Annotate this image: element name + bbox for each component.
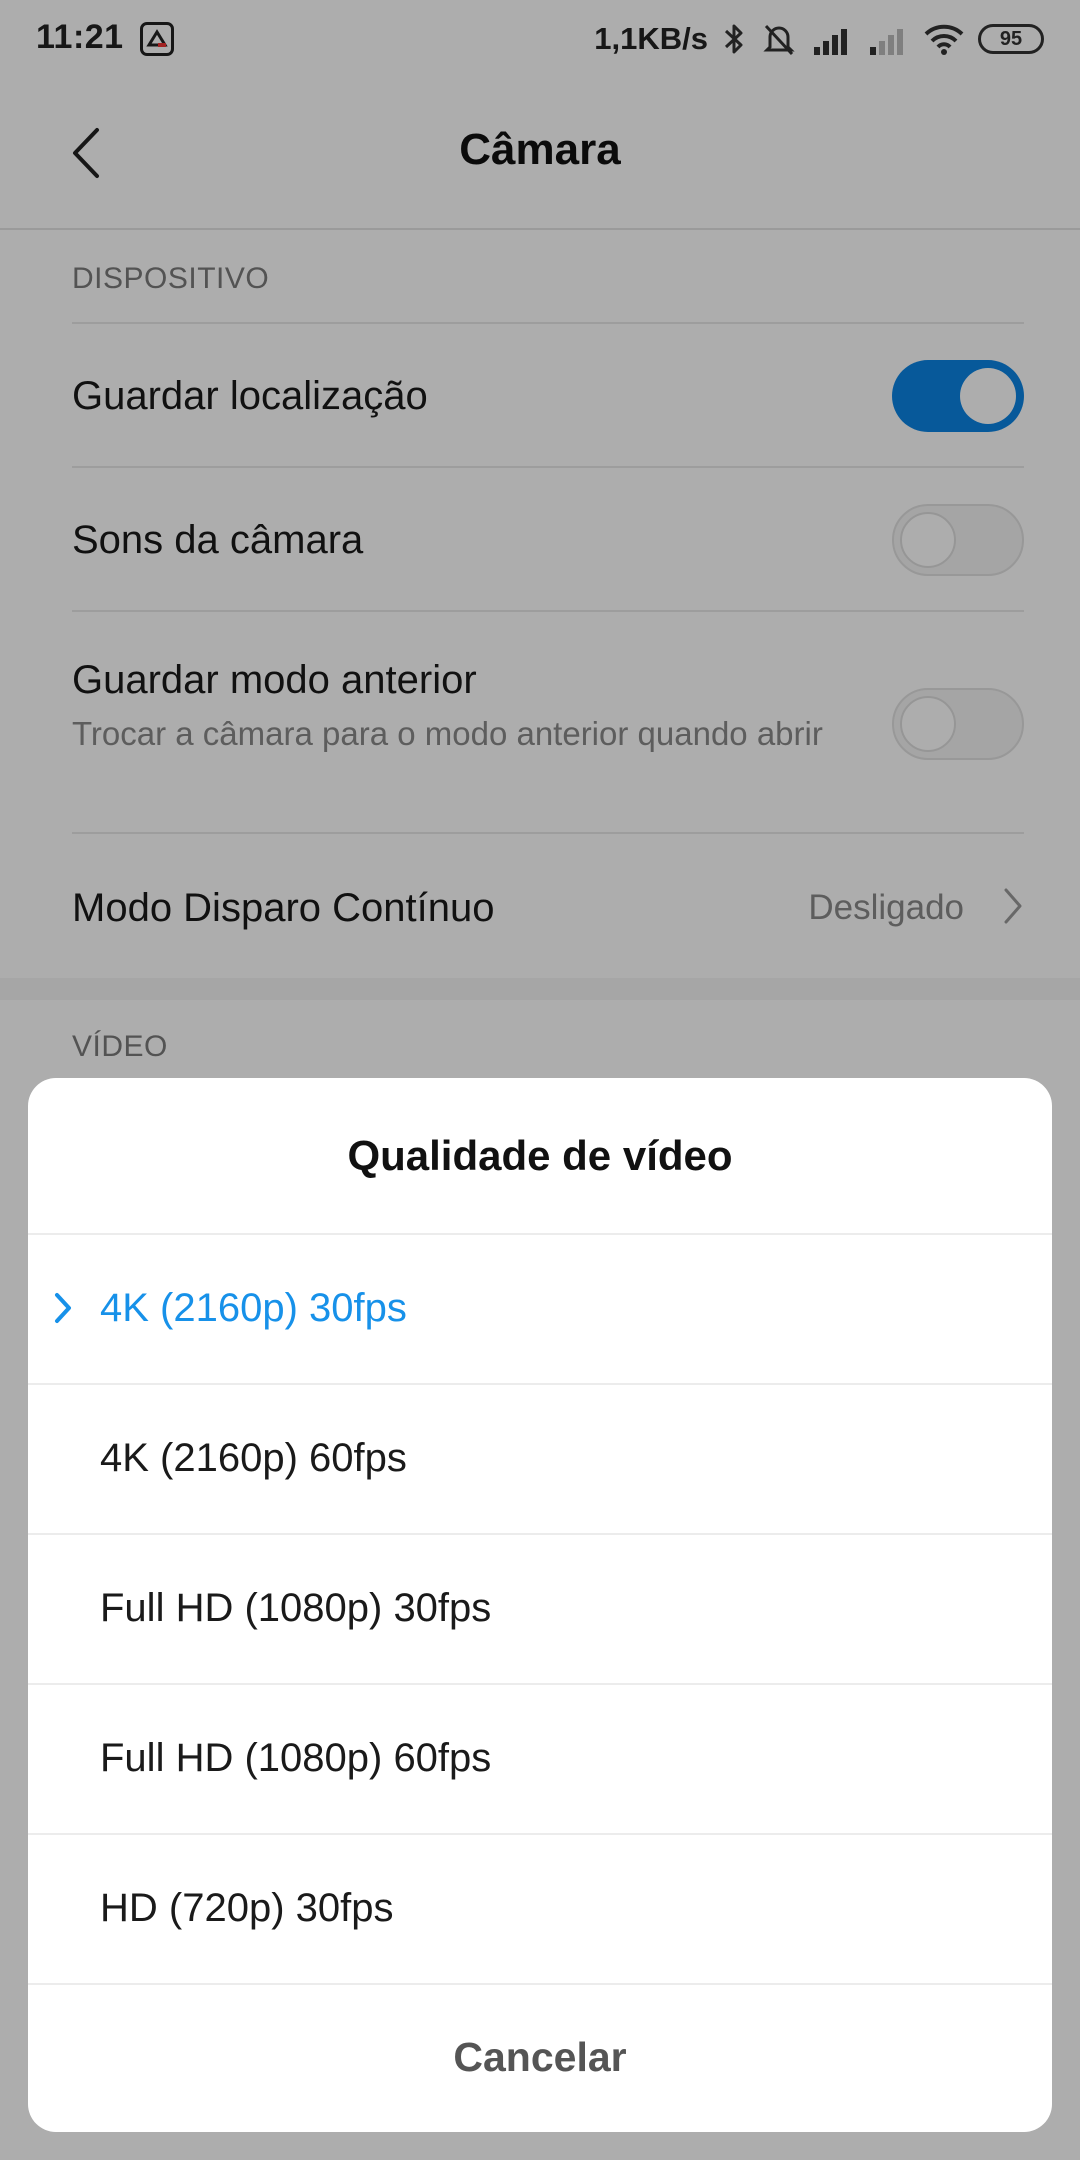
option-label: Full HD (1080p) 30fps <box>100 1585 492 1630</box>
option-fullhd-30fps[interactable]: Full HD (1080p) 30fps <box>28 1533 1052 1685</box>
video-quality-dialog: Qualidade de vídeo 4K (2160p) 30fps 4K (… <box>28 1078 1052 2132</box>
option-label: HD (720p) 30fps <box>100 1885 394 1930</box>
option-label: Full HD (1080p) 60fps <box>100 1735 492 1780</box>
chevron-right-icon <box>52 1291 74 1330</box>
dialog-title: Qualidade de vídeo <box>28 1078 1052 1235</box>
option-hd-30fps[interactable]: HD (720p) 30fps <box>28 1833 1052 1985</box>
option-label: 4K (2160p) 60fps <box>100 1435 407 1480</box>
option-label: 4K (2160p) 30fps <box>100 1285 407 1330</box>
option-4k-60fps[interactable]: 4K (2160p) 60fps <box>28 1383 1052 1535</box>
option-fullhd-60fps[interactable]: Full HD (1080p) 60fps <box>28 1683 1052 1835</box>
cancel-button[interactable]: Cancelar <box>28 1982 1052 2132</box>
option-4k-30fps[interactable]: 4K (2160p) 30fps <box>28 1233 1052 1385</box>
